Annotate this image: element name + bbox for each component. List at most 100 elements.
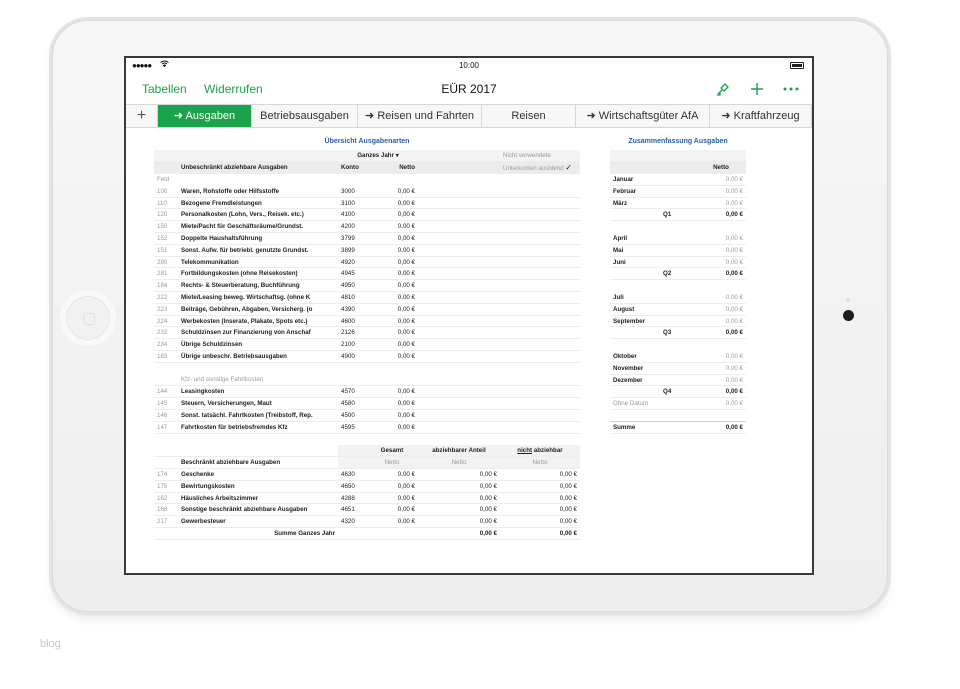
table-row[interactable]: 145 Steuern, Versicherungen, Maut 4580 0,00… — [154, 397, 580, 411]
table-row[interactable]: 232 Schuldzinsen zur Finanzierung von Ans… — [154, 326, 580, 340]
table-row[interactable]: 175 Bewirtungskosten 4650 0,00 €0,00 €0,00 … — [154, 480, 580, 493]
period-selector[interactable]: Ganzes Jahr ▾ — [338, 150, 418, 163]
table-row[interactable] — [610, 280, 746, 292]
month-value[interactable]: 0,00 € — [696, 244, 746, 257]
undo-button[interactable]: Widerrufen — [204, 82, 263, 96]
month-row[interactable]: November 0,00 € — [610, 362, 746, 375]
anteil-cell[interactable]: 0,00 € — [418, 503, 500, 517]
netto-cell[interactable]: 0,00 € — [366, 291, 418, 304]
month-row[interactable]: Juli 0,00 € — [610, 291, 746, 304]
plus-icon[interactable] — [748, 80, 766, 98]
month-row[interactable]: Mai 0,00 € — [610, 244, 746, 257]
netto-cell[interactable]: 0,00 € — [366, 315, 418, 328]
month-value[interactable]: 0,00 € — [696, 291, 746, 304]
quarter-value[interactable]: 0,00 € — [696, 208, 746, 222]
beschr-header-row[interactable]: Gesamt abziehbarer Anteil nicht abziehbar — [154, 444, 580, 458]
table-row[interactable]: 110 Bezogene Fremdleistungen 3100 0,00 € — [154, 197, 580, 210]
month-value[interactable]: 0,00 € — [696, 232, 746, 245]
summary-table[interactable]: Netto Januar 0,00 € Februar 0,00 € März 0,00 … — [610, 150, 746, 434]
netto-cell[interactable]: 0,00 € — [366, 220, 418, 234]
gesamt-cell[interactable]: 0,00 € — [366, 468, 418, 481]
month-value[interactable]: 0,00 € — [696, 374, 746, 387]
month-value[interactable]: 0,00 € — [696, 315, 746, 328]
summe-row[interactable]: Summe 0,00 € — [610, 420, 746, 434]
table-row[interactable]: 162 Häusliches Arbeitszimmer 4288 0,00 €0,0… — [154, 492, 580, 505]
tabellen-button[interactable]: Tabellen — [142, 82, 187, 96]
gesamt-cell[interactable]: 0,00 € — [366, 480, 418, 493]
table-row[interactable]: 120 Personalkosten (Lohn, Vers., Reisek. … — [154, 208, 580, 222]
anteil-cell[interactable]: 0,00 € — [418, 515, 500, 528]
netto-cell[interactable]: 0,00 € — [366, 338, 418, 352]
month-value[interactable]: 0,00 € — [696, 303, 746, 316]
netto-cell[interactable]: 0,00 € — [366, 208, 418, 222]
table-row[interactable]: 144 Leasingkosten 4570 0,00 € — [154, 385, 580, 399]
tab-reisen[interactable]: Reisen — [482, 105, 576, 127]
table-row[interactable]: 183 Übrige unbeschr. Betriebsausgaben 4900… — [154, 350, 580, 363]
nicht-cell[interactable]: 0,00 € — [500, 503, 580, 517]
gesamt-cell[interactable]: 0,00 € — [366, 515, 418, 528]
netto-cell[interactable]: 0,00 € — [366, 303, 418, 316]
table-row[interactable]: 151 Sonst. Aufw. für betriebl. genutzte G… — [154, 244, 580, 257]
netto-cell[interactable]: 0,00 € — [366, 409, 418, 422]
section-row[interactable]: Kfz- und sonstige Fahrtkosten — [154, 374, 580, 387]
tab-wirtschaftsgueter-afa[interactable]: ➜ Wirtschaftsgüter AfA — [576, 105, 710, 127]
month-row[interactable]: Oktober 0,00 € — [610, 350, 746, 363]
quarter-value[interactable]: 0,00 € — [696, 267, 746, 281]
home-button[interactable] — [66, 296, 110, 340]
quarter-value[interactable]: 0,00 € — [696, 385, 746, 399]
netto-cell[interactable]: 0,00 € — [366, 244, 418, 257]
month-value[interactable]: 0,00 € — [696, 197, 746, 210]
netto-cell[interactable]: 0,00 € — [366, 185, 418, 198]
brush-share-icon[interactable] — [714, 80, 732, 98]
month-row[interactable]: April 0,00 € — [610, 232, 746, 245]
gesamt-cell[interactable]: 0,00 € — [366, 492, 418, 505]
netto-cell[interactable]: 0,00 € — [366, 256, 418, 269]
table-row[interactable] — [154, 433, 580, 445]
add-sheet-icon[interactable]: + — [126, 105, 158, 127]
tab-kraftfahrzeug[interactable]: ➜ Kraftfahrzeug — [710, 105, 812, 127]
anteil-cell[interactable]: 0,00 € — [418, 492, 500, 505]
ohne-datum-row[interactable]: Ohne Datum 0,00 € — [610, 397, 746, 411]
table-row[interactable] — [610, 221, 746, 233]
quarter-row[interactable]: Q2 0,00 € — [610, 267, 746, 281]
table-row[interactable]: 281 Fortbildungskosten (ohne Reisekosten)… — [154, 267, 580, 281]
table-row[interactable]: 147 Fahrtkosten für betriebsfremdes Kfz 45… — [154, 421, 580, 434]
option-hide-subaccounts[interactable]: Unterkonten ausblend ✓ — [500, 161, 580, 175]
quarter-row[interactable]: Q4 0,00 € — [610, 385, 746, 399]
anteil-cell[interactable]: 0,00 € — [418, 480, 500, 493]
table-row[interactable]: 224 Werbekosten (Inserate, Plakate, Spots… — [154, 315, 580, 328]
table-row[interactable]: 234 Übrige Schuldzinsen 2100 0,00 € — [154, 338, 580, 352]
table-row[interactable] — [154, 362, 580, 374]
quarter-row[interactable]: Q3 0,00 € — [610, 326, 746, 340]
netto-cell[interactable]: 0,00 € — [366, 421, 418, 434]
tab-betriebsausgaben[interactable]: Betriebsausgaben — [252, 105, 358, 127]
table-row[interactable]: 150 Miete/Pacht für Geschäftsräume/Grunds… — [154, 220, 580, 234]
table-row[interactable]: 100 Waren, Rohstoffe oder Hilfsstoffe 3000… — [154, 185, 580, 198]
nicht-cell[interactable]: 0,00 € — [500, 515, 580, 528]
netto-cell[interactable]: 0,00 € — [366, 267, 418, 281]
netto-cell[interactable]: 0,00 € — [366, 350, 418, 363]
month-value[interactable]: 0,00 € — [696, 362, 746, 375]
table-row[interactable] — [610, 339, 746, 351]
table-row[interactable] — [610, 410, 746, 422]
nicht-cell[interactable]: 0,00 € — [500, 480, 580, 493]
netto-cell[interactable]: 0,00 € — [366, 279, 418, 293]
netto-cell[interactable]: 0,00 € — [366, 232, 418, 245]
anteil-cell[interactable]: 0,00 € — [418, 468, 500, 481]
month-row[interactable]: März 0,00 € — [610, 197, 746, 210]
table-row[interactable]: 280 Telekommunikation 4920 0,00 € — [154, 256, 580, 269]
table-row[interactable]: 217 Gewerbesteuer 4320 0,00 €0,00 €0,00 € — [154, 515, 580, 528]
quarter-row[interactable]: Q1 0,00 € — [610, 208, 746, 222]
sum-row[interactable]: Summe Ganzes Jahr 0,00 €0,00 € — [154, 527, 580, 540]
nicht-cell[interactable]: 0,00 € — [500, 468, 580, 481]
month-value[interactable]: 0,00 € — [696, 256, 746, 269]
month-value[interactable]: 0,00 € — [696, 350, 746, 363]
netto-cell[interactable]: 0,00 € — [366, 326, 418, 340]
quarter-value[interactable]: 0,00 € — [696, 326, 746, 340]
table-row[interactable]: 223 Beiträge, Gebühren, Abgaben, Versiche… — [154, 303, 580, 316]
month-row[interactable]: August 0,00 € — [610, 303, 746, 316]
ohne-datum-value[interactable]: 0,00 € — [696, 397, 746, 411]
tab-reisen-und-fahrten[interactable]: ➜ Reisen und Fahrten — [358, 105, 482, 127]
netto-cell[interactable]: 0,00 € — [366, 197, 418, 210]
month-row[interactable]: September 0,00 € — [610, 315, 746, 328]
